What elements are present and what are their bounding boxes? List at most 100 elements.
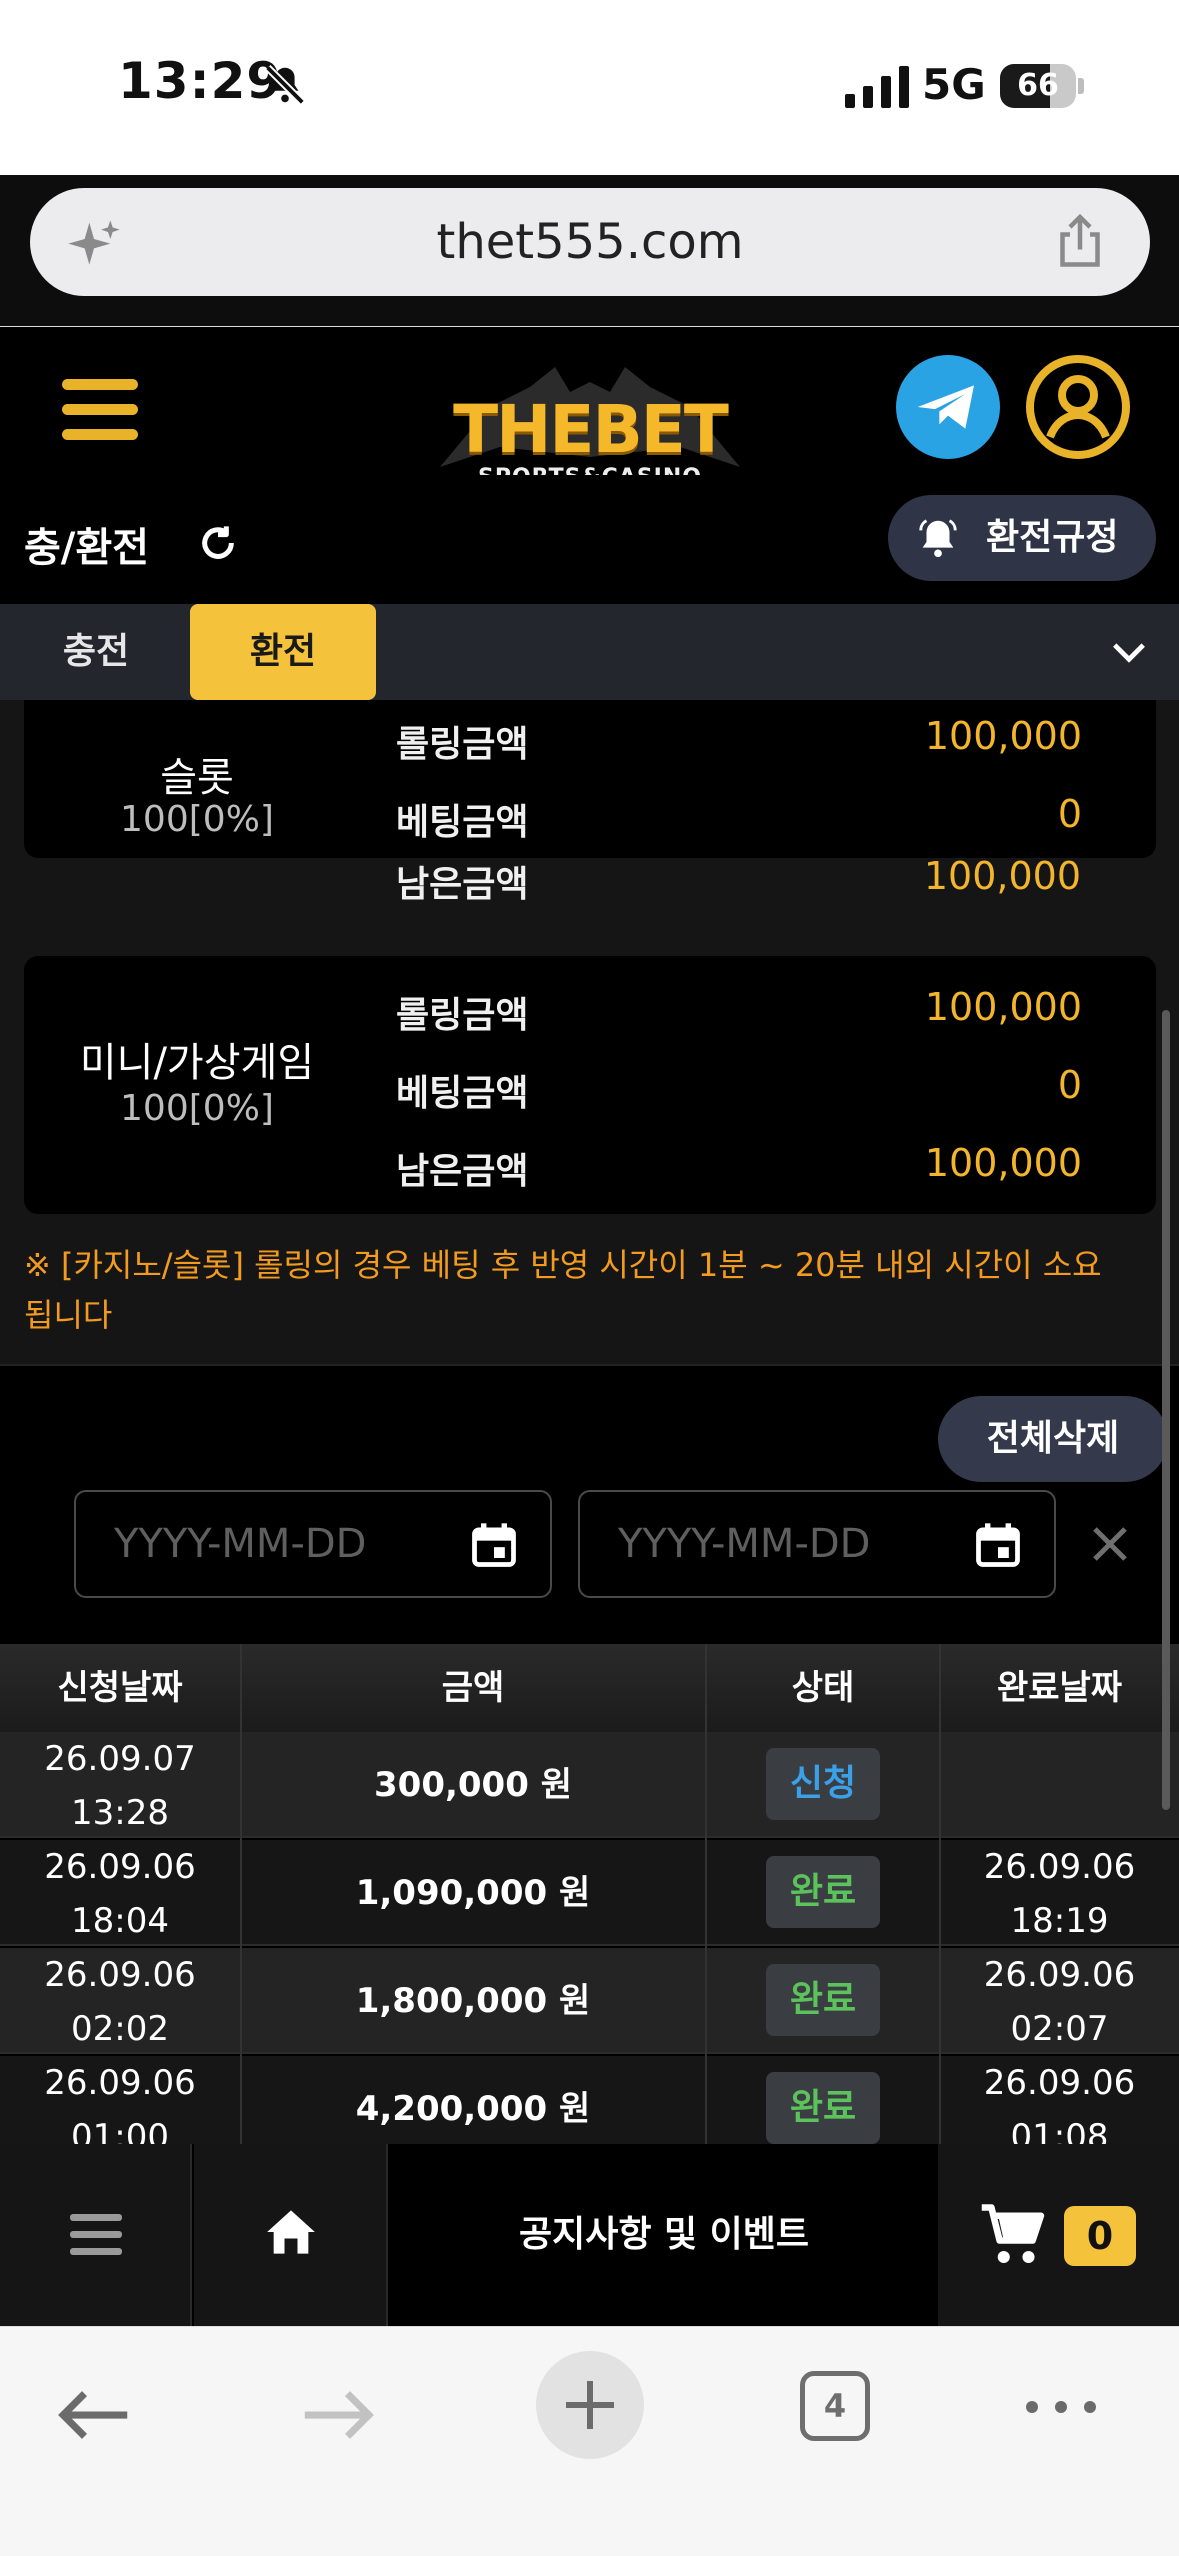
telegram-icon[interactable] [896,355,1000,459]
request-date-cell: 26.09.07 13:28 [0,1732,240,1838]
logo-text: THEBET [453,391,729,468]
status-cell: 완료 [706,2056,940,2145]
browser-toolbar: 4 [0,2326,1179,2556]
share-icon[interactable] [1050,212,1110,272]
status-badge: 신청 [766,1748,880,1820]
request-date: 26.09.06 [44,1847,196,1887]
scrollbar[interactable] [1162,1010,1170,1810]
address-bar[interactable]: thet555.com [30,188,1150,296]
content-scroll-area[interactable]: 슬롯 100[0%] 롤링금액 100,000 베팅금액 0 남은금액 100,… [0,700,1179,2145]
amount-cell: 1,800,000 원 [355,1981,591,2021]
request-date-cell: 26.09.06 01:00 [0,2056,240,2145]
request-date: 26.09.07 [44,1739,196,1779]
request-time: 01:00 [71,2117,169,2145]
refresh-icon[interactable] [198,523,238,563]
done-date-cell: 26.09.06 02:07 [940,1948,1179,2054]
rolling-notice: ※ [카지노/슬롯] 롤링의 경우 베팅 후 반영 시간이 1분 ~ 20분 내… [24,1240,1154,1340]
done-date-cell: 26.09.06 01:08 [940,2056,1179,2145]
app-root: 13:29 5G 66 thet555.com THEBET 충/환전 환전규정… [0,0,1179,2556]
start-date-field[interactable] [74,1490,552,1598]
delete-all-button[interactable]: 전체삭제 [938,1396,1168,1482]
page-title-row: 충/환전 환전규정 [0,475,1179,605]
done-date: 26.09.06 [983,2063,1136,2103]
user-icon[interactable] [1024,353,1132,461]
tabs-icon[interactable]: 4 [800,2371,870,2441]
notice-events-button[interactable]: 공지사항 및 이벤트 [390,2144,938,2326]
request-time: 18:04 [71,1901,169,1941]
bottom-menu-button[interactable] [0,2144,192,2326]
done-date-cell: 26.09.06 18:19 [940,1840,1179,1946]
end-date-input[interactable] [618,1492,958,1596]
home-button[interactable] [194,2144,388,2326]
new-tab-button[interactable] [536,2351,644,2459]
exchange-rules-button[interactable]: 환전규정 [888,495,1156,581]
back-arrow-icon[interactable] [56,2385,132,2445]
done-date: 26.09.06 [983,1847,1136,1887]
calendar-icon[interactable] [468,1518,520,1572]
request-date: 26.09.06 [44,1955,196,1995]
amount-cell: 4,200,000 원 [355,2089,591,2129]
table-row[interactable]: 26.09.06 01:00 4,200,000 원 완료 26.09.06 0… [0,2056,1179,2145]
table-row[interactable]: 26.09.07 13:28 300,000 원 신청 [0,1732,1179,1838]
table-row[interactable]: 26.09.06 02:02 1,800,000 원 완료 26.09.06 0… [0,1948,1179,2054]
bell-icon [919,519,957,558]
rolling-card-slot: 슬롯 100[0%] 롤링금액 100,000 베팅금액 0 [24,700,1156,858]
chevron-down-icon[interactable] [1110,638,1148,668]
forward-arrow-icon[interactable] [300,2385,376,2445]
battery-cap [1078,78,1084,94]
done-time: 02:07 [1010,2009,1109,2049]
amount-cell: 300,000 원 [374,1765,572,1805]
site-bottom-nav: 공지사항 및 이벤트 0 [0,2144,1179,2326]
card-row-value: 100,000 [924,714,1082,758]
request-time: 02:02 [71,2009,169,2049]
card-row-value: 0 [1057,792,1082,836]
cart-count-badge: 0 [1064,2206,1136,2266]
done-time: 01:08 [1010,2117,1109,2145]
card-game-name: 슬롯 [160,755,234,801]
done-time: 18:19 [1010,1901,1109,1941]
status-cell: 완료 [706,1840,940,1946]
table-row[interactable]: 26.09.06 18:04 1,090,000 원 완료 26.09.06 1… [0,1840,1179,1946]
cart-button[interactable]: 0 [938,2144,1179,2326]
more-icon[interactable] [1024,2399,1098,2415]
tab-bar: 충전 환전 [0,604,1179,700]
card-row-label: 베팅금액 [396,802,529,843]
end-date-field[interactable] [578,1490,1056,1598]
card-row-label: 롤링금액 [396,724,529,765]
tab-withdraw[interactable]: 환전 [190,604,376,700]
close-icon[interactable] [1090,1524,1130,1564]
status-cell: 완료 [706,1948,940,2054]
status-cell: 신청 [706,1732,940,1838]
request-date-cell: 26.09.06 18:04 [0,1840,240,1946]
hamburger-menu-icon[interactable] [62,379,138,441]
card-row-label: 베팅금액 [396,1073,529,1114]
column-header: 금액 [441,1668,505,1708]
page-title: 충/환전 [24,525,150,571]
exchange-rules-label: 환전규정 [986,517,1119,558]
card-game-name: 미니/가상게임 [79,1040,315,1086]
column-divider [240,1644,242,2145]
column-divider [705,1644,707,2145]
done-date-cell [940,1732,1179,1838]
status-badge: 완료 [766,1964,880,2036]
home-icon [267,2210,315,2254]
done-date: 26.09.06 [983,1955,1136,1995]
url-text[interactable]: thet555.com [30,188,1150,296]
card-row-value: 100,000 [923,854,1081,898]
amount-cell: 1,090,000 원 [355,1873,591,1913]
request-date: 26.09.06 [44,2063,196,2103]
rolling-notice-line: ※ [카지노/슬롯] 롤링의 경우 베팅 후 반영 시간이 1분 ~ 20분 내… [24,1246,1102,1284]
tab-deposit[interactable]: 충전 [16,604,176,700]
card-row-label: 롤링금액 [396,995,529,1036]
calendar-icon[interactable] [972,1518,1024,1572]
signal-icon [845,66,909,108]
network-type: 5G [922,60,986,109]
withdraw-history-panel: 전체삭제 YYYY-MM-DD YYYY-MM-DD 신청날짜 금액 상태 완료… [0,1366,1179,2145]
status-badge: 완료 [766,2072,880,2144]
request-date-cell: 26.09.06 02:02 [0,1948,240,2054]
column-header: 상태 [791,1668,855,1708]
start-date-input[interactable] [114,1492,454,1596]
column-divider [939,1644,941,2145]
status-bar: 13:29 5G 66 [0,0,1179,175]
card-row-value: 100,000 [924,1141,1082,1185]
